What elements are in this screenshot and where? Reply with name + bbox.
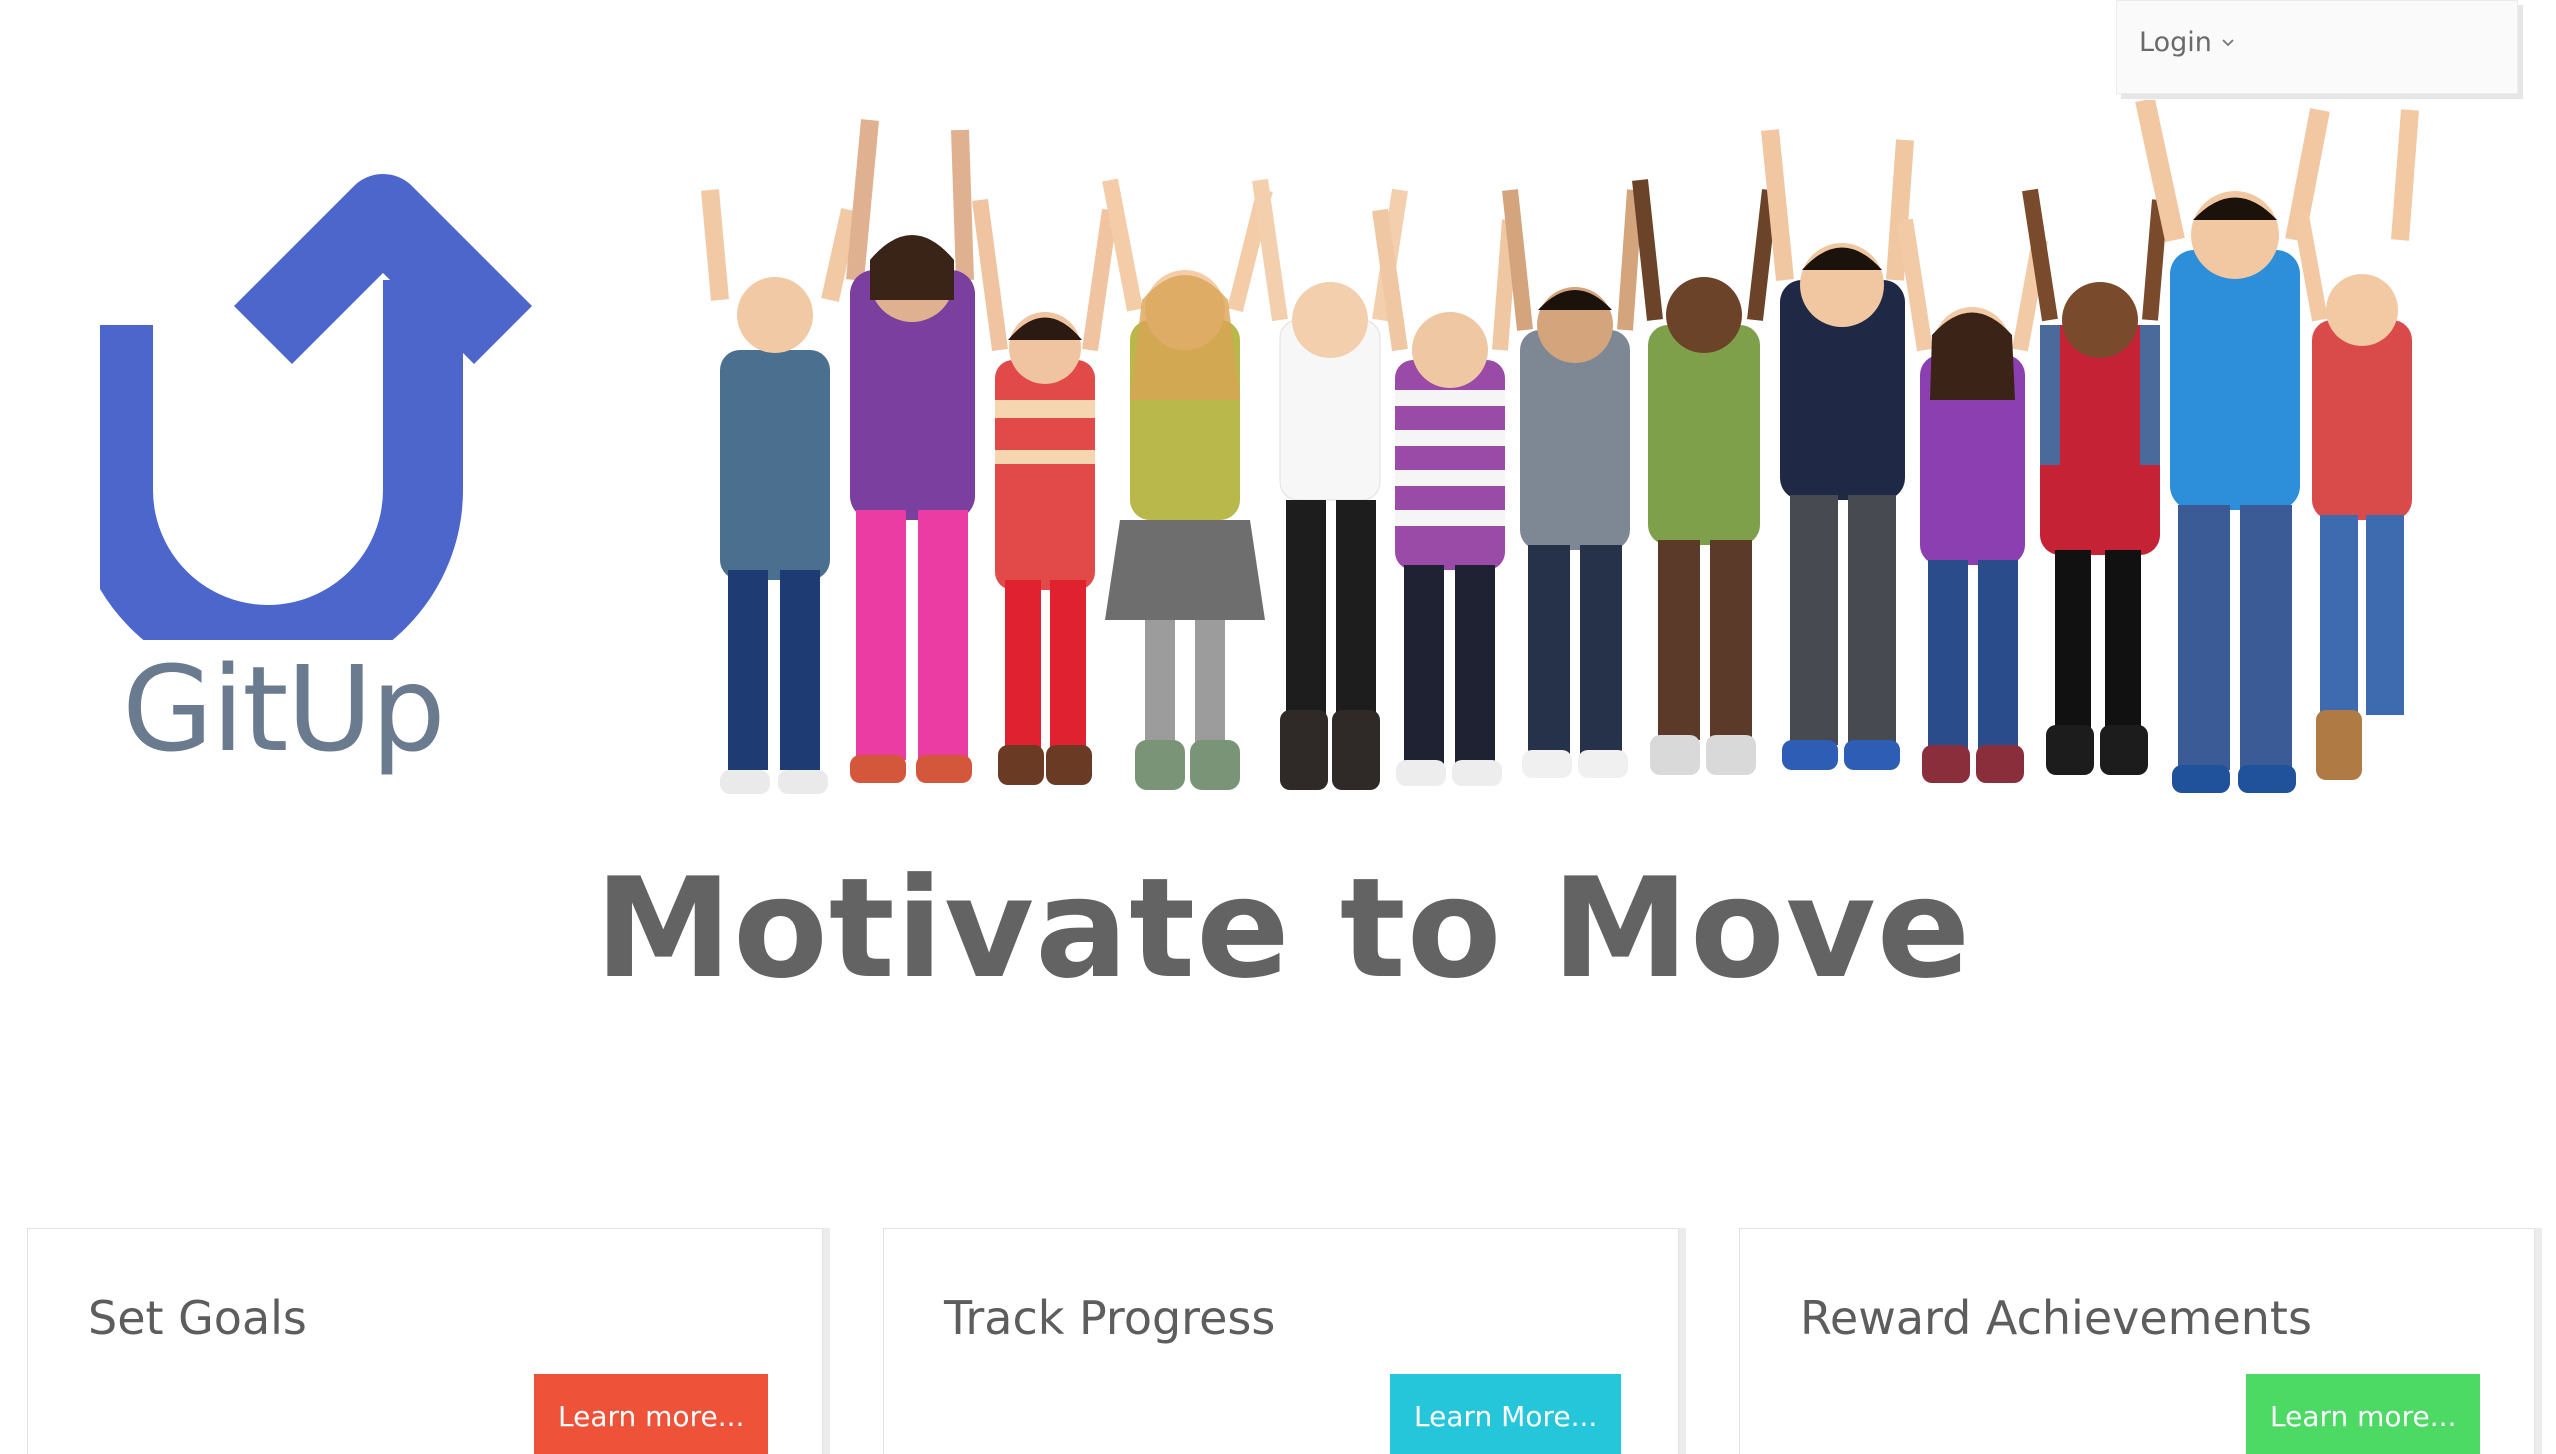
login-label: Login: [2139, 27, 2212, 58]
feature-card-set-goals: Set Goals Learn more...: [27, 1228, 823, 1454]
landing-page: Login GitUp Motivate to Move Set Goals L…: [0, 0, 2556, 1454]
feature-card-track-progress: Track Progress Learn More...: [883, 1228, 1679, 1454]
group-of-children-raising-arms-image: [701, 100, 2419, 794]
feature-card-title: Track Progress: [944, 1291, 1276, 1345]
logo-wordmark: GitUp: [122, 640, 446, 778]
login-dropdown[interactable]: Login: [2116, 0, 2518, 94]
feature-card-title: Set Goals: [88, 1291, 307, 1345]
feature-card-title: Reward Achievements: [1800, 1291, 2312, 1345]
reward-achievements-learn-more-button[interactable]: Learn more...: [2246, 1374, 2481, 1454]
hero-headline: Motivate to Move: [594, 848, 1972, 1009]
gitup-logo[interactable]: GitUp: [100, 160, 560, 800]
feature-card-reward-achievements: Reward Achievements Learn more...: [1739, 1228, 2535, 1454]
up-turn-arrow-icon: [100, 174, 532, 640]
chevron-down-icon: [2222, 38, 2234, 46]
login-dropdown-toggle[interactable]: Login: [2139, 27, 2236, 58]
set-goals-learn-more-button[interactable]: Learn more...: [534, 1374, 769, 1454]
children-illustration: [701, 100, 2419, 794]
track-progress-learn-more-button[interactable]: Learn More...: [1390, 1374, 1622, 1454]
